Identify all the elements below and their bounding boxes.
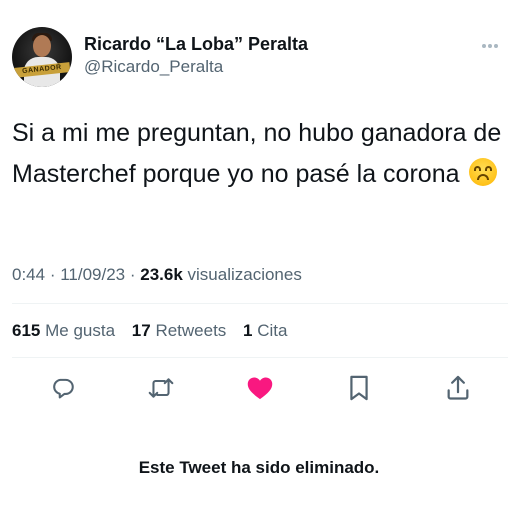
tweet-text: Si a mi me preguntan, no hubo ganadora d… [12,113,502,195]
retweet-icon [148,378,174,398]
divider [12,303,508,304]
more-options-icon[interactable] [482,35,504,48]
likes-count: 615 [12,321,41,340]
tweet-meta: 0:44 · 11/09/23 · 23.6k visualizaciones [12,264,302,286]
reply-button[interactable] [45,370,81,406]
tweet-header: GANADOR Ricardo “La Loba” Peralta @Ricar… [12,27,506,89]
upside-down-face-emoji [469,158,498,186]
tweet-body: Si a mi me preguntan, no hubo ganadora d… [12,119,502,188]
tweet-date[interactable]: 11/09/23 [60,265,125,284]
tweet-actions [12,370,506,406]
reply-icon [53,378,74,399]
quotes-label: Cita [257,321,288,340]
like-icon [247,377,273,400]
quotes-count: 1 [243,321,253,340]
avatar-head [33,35,51,57]
like-button[interactable] [242,370,278,406]
author-names: Ricardo “La Loba” Peralta @Ricardo_Peral… [84,33,308,78]
retweets-count: 17 [131,321,151,340]
share-button[interactable] [440,370,476,406]
quotes-stat[interactable]: 1 Cita [243,321,287,340]
meta-separator: · [45,265,61,284]
author-display-name[interactable]: Ricardo “La Loba” Peralta [84,33,308,55]
deleted-notice: Este Tweet ha sido eliminado. [138,458,380,477]
share-icon [447,375,469,400]
bookmark-icon [350,375,368,401]
author-handle[interactable]: @Ricardo_Peralta [84,56,308,78]
bookmark-button[interactable] [341,370,377,406]
meta-separator: · [125,265,141,284]
avatar[interactable]: GANADOR [12,27,72,87]
retweets-stat[interactable]: 17 Retweets [132,321,227,340]
tweet-time[interactable]: 0:44 [12,265,45,284]
views-label: visualizaciones [182,265,302,284]
engagement-stats: 615 Me gusta 17 Retweets 1 Cita [12,320,299,342]
retweet-button[interactable] [143,370,179,406]
retweets-label: Retweets [155,321,227,340]
views-count: 23.6k [140,265,183,284]
divider [12,357,508,358]
likes-label: Me gusta [45,321,116,340]
likes-stat[interactable]: 615 Me gusta [12,321,115,340]
